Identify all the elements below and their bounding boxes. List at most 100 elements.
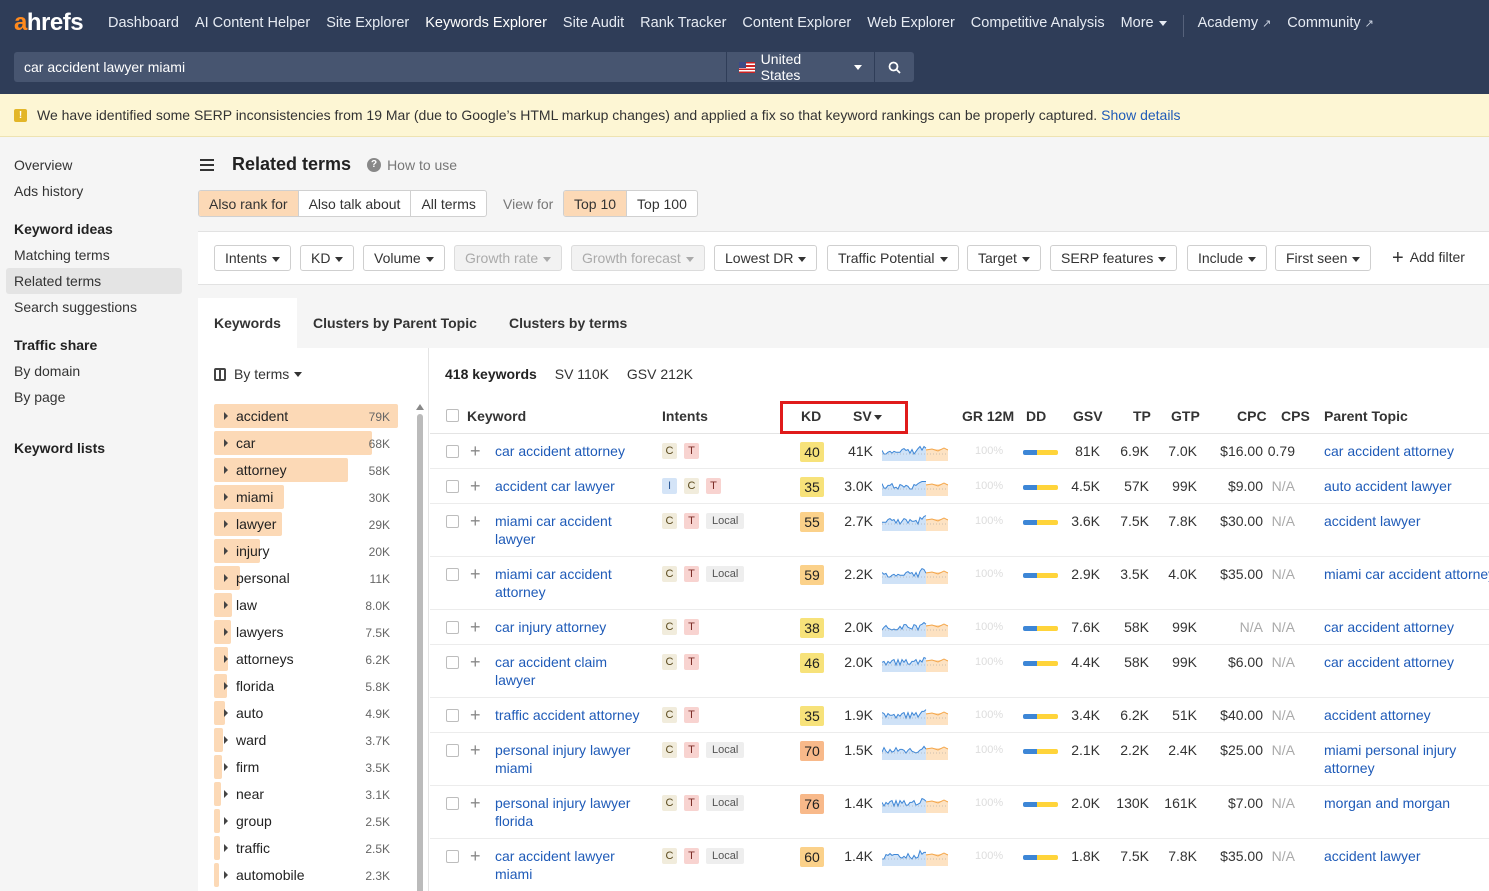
row-checkbox[interactable]	[446, 744, 459, 757]
filter-first-seen[interactable]: First seen	[1275, 245, 1372, 271]
row-checkbox[interactable]	[446, 709, 459, 722]
add-filter-button[interactable]: + Add filter	[1392, 248, 1465, 268]
nav-keywords-explorer[interactable]: Keywords Explorer	[425, 15, 547, 37]
parent-topic-link[interactable]: car accident attorney	[1324, 442, 1489, 460]
term-item[interactable]: lawyer 29K	[214, 512, 398, 536]
term-item[interactable]: near 3.1K	[214, 782, 398, 806]
chevron-right-icon[interactable]	[224, 871, 228, 879]
tab-keywords[interactable]: Keywords	[198, 298, 297, 348]
search-button[interactable]	[875, 52, 914, 82]
keyword-link[interactable]: traffic accident attorney	[495, 706, 655, 724]
keyword-search-input[interactable]: car accident lawyer miami	[14, 52, 726, 82]
row-checkbox[interactable]	[446, 480, 459, 493]
row-checkbox[interactable]	[446, 515, 459, 528]
tab-top-10[interactable]: Top 10	[564, 191, 628, 216]
volume-trend-sparkline[interactable]	[882, 740, 948, 760]
row-checkbox[interactable]	[446, 568, 459, 581]
add-to-list-icon[interactable]: +	[470, 442, 481, 460]
parent-topic-link[interactable]: accident attorney	[1324, 706, 1489, 724]
by-terms-dropdown[interactable]: By terms	[214, 366, 303, 382]
volume-trend-sparkline[interactable]	[882, 476, 948, 496]
term-item[interactable]: miami 30K	[214, 485, 398, 509]
add-to-list-icon[interactable]: +	[470, 794, 481, 812]
tab-clusters-by-parent-topic[interactable]: Clusters by Parent Topic	[297, 298, 493, 348]
term-item[interactable]: ward 3.7K	[214, 728, 398, 752]
keyword-link[interactable]: accident car lawyer	[495, 477, 655, 495]
keyword-link[interactable]: car accident claim lawyer	[495, 653, 655, 689]
parent-topic-link[interactable]: miami car accident attorney	[1324, 565, 1489, 583]
chevron-right-icon[interactable]	[224, 682, 228, 690]
sidebar-item-search-suggestions[interactable]: Search suggestions	[14, 299, 137, 315]
nav-site-explorer[interactable]: Site Explorer	[326, 15, 409, 37]
show-details-link[interactable]: Show details	[1101, 107, 1180, 123]
add-to-list-icon[interactable]: +	[470, 512, 481, 530]
chevron-right-icon[interactable]	[224, 763, 228, 771]
tab-all-terms[interactable]: All terms	[411, 191, 485, 216]
term-item[interactable]: personal 11K	[214, 566, 398, 590]
scroll-up-icon[interactable]	[416, 404, 424, 410]
country-select[interactable]: United States	[727, 51, 874, 83]
col-tp[interactable]: TP	[1133, 408, 1151, 424]
filter-lowest-dr[interactable]: Lowest DR	[714, 245, 818, 271]
parent-topic-link[interactable]: car accident attorney	[1324, 618, 1489, 636]
add-to-list-icon[interactable]: +	[470, 653, 481, 671]
volume-trend-sparkline[interactable]	[882, 564, 948, 584]
term-item[interactable]: injury 20K	[214, 539, 398, 563]
term-item[interactable]: auto 4.9K	[214, 701, 398, 725]
keyword-link[interactable]: personal injury lawyer florida	[495, 794, 655, 830]
chevron-right-icon[interactable]	[224, 466, 228, 474]
nav-web-explorer[interactable]: Web Explorer	[867, 15, 955, 37]
add-to-list-icon[interactable]: +	[470, 706, 481, 724]
keyword-link[interactable]: car accident lawyer miami	[495, 847, 655, 883]
menu-icon[interactable]	[200, 158, 214, 171]
chevron-right-icon[interactable]	[224, 520, 228, 528]
col-cps[interactable]: CPS	[1281, 408, 1310, 424]
parent-topic-link[interactable]: auto accident lawyer	[1324, 477, 1489, 495]
sidebar-item-by-domain[interactable]: By domain	[14, 363, 80, 379]
chevron-right-icon[interactable]	[224, 601, 228, 609]
term-item[interactable]: traffic 2.5K	[214, 836, 398, 860]
term-item[interactable]: florida 5.8K	[214, 674, 398, 698]
parent-topic-link[interactable]: car accident attorney	[1324, 653, 1489, 671]
nav-dashboard[interactable]: Dashboard	[108, 15, 179, 37]
volume-trend-sparkline[interactable]	[882, 617, 948, 637]
keyword-link[interactable]: personal injury lawyer miami	[495, 741, 655, 777]
sidebar-item-ads-history[interactable]: Ads history	[14, 183, 83, 199]
row-checkbox[interactable]	[446, 850, 459, 863]
nav-content-explorer[interactable]: Content Explorer	[742, 15, 851, 37]
sidebar-item-keyword-lists[interactable]: Keyword lists	[14, 440, 105, 456]
nav-ai-content-helper[interactable]: AI Content Helper	[195, 15, 310, 37]
volume-trend-sparkline[interactable]	[882, 441, 948, 461]
filter-kd[interactable]: KD	[300, 245, 355, 271]
row-checkbox[interactable]	[446, 797, 459, 810]
row-checkbox[interactable]	[446, 656, 459, 669]
term-item[interactable]: attorney 58K	[214, 458, 398, 482]
volume-trend-sparkline[interactable]	[882, 705, 948, 725]
chevron-right-icon[interactable]	[224, 628, 228, 636]
filter-volume[interactable]: Volume	[363, 245, 445, 271]
volume-trend-sparkline[interactable]	[882, 793, 948, 813]
sidebar-item-related-terms[interactable]: Related terms	[14, 273, 101, 289]
col-parent-topic[interactable]: Parent Topic	[1324, 408, 1408, 424]
parent-topic-link[interactable]: accident lawyer	[1324, 512, 1489, 530]
chevron-right-icon[interactable]	[224, 736, 228, 744]
chevron-right-icon[interactable]	[224, 844, 228, 852]
filter-include[interactable]: Include	[1187, 245, 1268, 271]
select-all-checkbox[interactable]	[446, 409, 459, 422]
term-item[interactable]: firm 3.5K	[214, 755, 398, 779]
ahrefs-logo[interactable]: ahrefs	[14, 9, 84, 37]
chevron-right-icon[interactable]	[224, 439, 228, 447]
chevron-right-icon[interactable]	[224, 412, 228, 420]
filter-target[interactable]: Target	[967, 245, 1041, 271]
col-gr-12m[interactable]: GR 12M	[962, 408, 1014, 424]
keyword-link[interactable]: miami car accident lawyer	[495, 512, 655, 548]
term-item[interactable]: accident 79K	[214, 404, 398, 428]
col-keyword[interactable]: Keyword	[467, 408, 526, 424]
term-item[interactable]: car 68K	[214, 431, 398, 455]
keyword-link[interactable]: miami car accident attorney	[495, 565, 655, 601]
row-checkbox[interactable]	[446, 445, 459, 458]
volume-trend-sparkline[interactable]	[882, 511, 948, 531]
nav-site-audit[interactable]: Site Audit	[563, 15, 624, 37]
col-cpc[interactable]: CPC	[1237, 408, 1267, 424]
tab-also-rank-for[interactable]: Also rank for	[199, 191, 299, 216]
